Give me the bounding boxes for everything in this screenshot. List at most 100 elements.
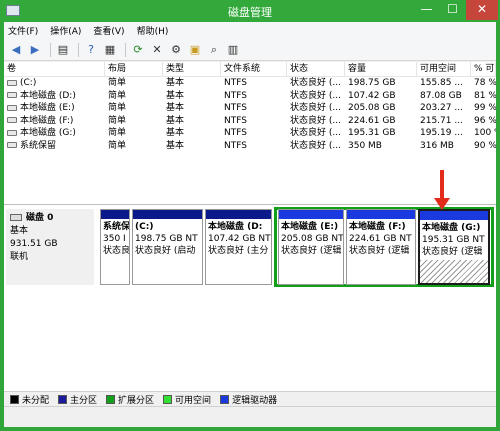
drive-icon: [7, 104, 17, 111]
cell-text: 203.27 ...: [420, 103, 463, 113]
table-row[interactable]: (C:) 简单 基本 NTFS 状态良好 (... 198.75 GB 155.85 ...…: [4, 77, 496, 90]
cell-text: 90 %: [474, 140, 496, 151]
cell-text: 215.71 ...: [420, 115, 463, 126]
cell-text: 本地磁盘 (G:): [20, 128, 76, 138]
table-cell: 基本: [163, 140, 221, 153]
table-cell: 简单: [105, 127, 163, 140]
partition-color-bar: [206, 210, 271, 219]
cell-text: 155.85 ...: [420, 78, 463, 88]
properties-icon[interactable]: ▦: [102, 42, 118, 58]
table-cell: 状态良好 (...: [287, 115, 345, 128]
table-cell: 350 MB: [345, 140, 417, 153]
console-tree-icon[interactable]: ▤: [55, 42, 71, 58]
table-row[interactable]: 本地磁盘 (E:) 简单 基本 NTFS 状态良好 (... 205.08 GB 203.2…: [4, 102, 496, 115]
table-cell: NTFS: [221, 102, 287, 115]
partition-e[interactable]: 本地磁盘 (E:) 205.08 GB NT 状态良好 (逻辑: [278, 209, 344, 285]
partition-size: 107.42 GB NT: [208, 234, 271, 244]
close-button[interactable]: ✕: [466, 0, 498, 20]
client-area: 文件(F) 操作(A) 查看(V) 帮助(H) ◀ ▶ ▤ ? ▦ ⟳ ✕ ⚙ …: [4, 22, 496, 427]
search-icon[interactable]: ⌕: [206, 42, 222, 58]
table-cell: 90 %: [471, 140, 496, 153]
partition-c[interactable]: (C:) 198.75 GB NT 状态良好 (启动: [132, 209, 203, 285]
disk-size: 931.51 GB: [10, 239, 58, 249]
table-row[interactable]: 本地磁盘 (D:) 简单 基本 NTFS 状态良好 (... 107.42 GB 87.08…: [4, 90, 496, 103]
cell-text: 本地磁盘 (D:): [20, 90, 76, 101]
cell-text: NTFS: [224, 90, 247, 101]
partition-f[interactable]: 本地磁盘 (F:) 224.61 GB NT 状态良好 (逻辑: [346, 209, 416, 285]
disk-type: 基本: [10, 226, 29, 236]
open-icon[interactable]: ▣: [187, 42, 203, 58]
table-cell: NTFS: [221, 77, 287, 90]
column-volume[interactable]: 卷: [4, 62, 105, 77]
column-capacity[interactable]: 容量: [345, 62, 417, 77]
legend-extended: 扩展分区: [106, 393, 154, 406]
cell-text: NTFS: [224, 78, 247, 88]
cell-text: 状态良好 (...: [290, 115, 341, 126]
column-filesystem[interactable]: 文件系统: [221, 62, 287, 77]
delete-icon[interactable]: ✕: [149, 42, 165, 58]
partition-color-bar: [133, 210, 202, 219]
partition-system-reserved[interactable]: 系统保 350 I 状态良: [100, 209, 130, 285]
disk-status: 联机: [10, 252, 29, 262]
table-row[interactable]: 系统保留 简单 基本 NTFS 状态良好 (... 350 MB 316 MB 90 %: [4, 140, 496, 153]
partition-color-bar: [347, 210, 415, 219]
table-cell: 状态良好 (...: [287, 77, 345, 90]
cell-text: 96 %: [474, 115, 496, 126]
view-icon[interactable]: ▥: [225, 42, 241, 58]
disk-name: 磁盘 0: [26, 213, 54, 223]
menu-file[interactable]: 文件(F): [8, 24, 38, 37]
disk-management-window: 磁盘管理 — ☐ ✕ 文件(F) 操作(A) 查看(V) 帮助(H) ◀ ▶ ▤…: [0, 0, 500, 431]
legend-swatch: [58, 394, 68, 404]
back-icon[interactable]: ◀: [8, 42, 24, 58]
partition-color-bar: [101, 210, 129, 219]
partition-size: 195.31 GB NT: [422, 235, 485, 245]
table-cell: 96 %: [471, 115, 496, 128]
cell-text: NTFS: [224, 103, 247, 113]
partition-g-selected[interactable]: 本地磁盘 (G:) 195.31 GB NT 状态良好 (逻辑: [418, 209, 490, 285]
table-cell: 87.08 GB: [417, 90, 471, 103]
cell-text: 状态良好 (...: [290, 78, 341, 88]
table-row[interactable]: 本地磁盘 (G:) 简单 基本 NTFS 状态良好 (... 195.31 GB 195.1…: [4, 127, 496, 140]
column-percent-free[interactable]: % 可: [471, 62, 496, 77]
partition-label: 本地磁盘 (F:): [349, 222, 406, 232]
legend-label: 扩展分区: [118, 395, 155, 406]
table-cell: 215.71 ...: [417, 115, 471, 128]
cell-text: 状态良好 (...: [290, 128, 341, 138]
annotation-arrow-icon: [434, 198, 450, 210]
table-row[interactable]: 本地磁盘 (F:) 简单 基本 NTFS 状态良好 (... 224.61 GB 215.7…: [4, 115, 496, 128]
column-type[interactable]: 类型: [163, 62, 221, 77]
partition-status: 状态良好 (主分: [208, 246, 269, 256]
toolbar: ◀ ▶ ▤ ? ▦ ⟳ ✕ ⚙ ▣ ⌕ ▥: [4, 39, 496, 61]
cell-text: NTFS: [224, 140, 247, 151]
cell-text: 状态良好 (...: [290, 103, 341, 113]
cell-text: NTFS: [224, 115, 247, 126]
column-free-space[interactable]: 可用空间: [417, 62, 471, 77]
legend-swatch: [106, 394, 116, 404]
cell-text: 基本: [166, 128, 185, 138]
partition-d[interactable]: 本地磁盘 (D: 107.42 GB NT 状态良好 (主分: [205, 209, 272, 285]
column-status[interactable]: 状态: [287, 62, 345, 77]
cell-text: 78 %: [474, 78, 496, 88]
cell-text: 基本: [166, 78, 185, 88]
menu-view[interactable]: 查看(V): [93, 24, 124, 37]
help-icon[interactable]: ?: [83, 42, 99, 58]
cell-text: NTFS: [224, 128, 247, 138]
disk-0-info[interactable]: 磁盘 0 基本 931.51 GB 联机: [6, 209, 94, 285]
menu-help[interactable]: 帮助(H): [137, 24, 169, 37]
table-cell: 简单: [105, 77, 163, 90]
table-cell: 本地磁盘 (D:): [4, 90, 105, 103]
legend-swatch: [220, 394, 230, 404]
column-layout[interactable]: 布局: [105, 62, 163, 77]
drive-icon: [7, 142, 17, 148]
cell-text: 195.19 ...: [420, 128, 463, 138]
menu-action[interactable]: 操作(A): [50, 24, 81, 37]
legend-swatch: [163, 394, 173, 404]
volume-list: 卷 布局 类型 文件系统 状态 容量 可用空间 % 可 (C:) 简单 基本 NTFS…: [4, 62, 496, 205]
settings-icon[interactable]: ⚙: [168, 42, 184, 58]
refresh-icon[interactable]: ⟳: [130, 42, 146, 58]
forward-icon[interactable]: ▶: [27, 42, 43, 58]
maximize-button[interactable]: ☐: [440, 0, 465, 20]
minimize-button[interactable]: —: [414, 0, 439, 20]
cell-text: 简单: [108, 78, 127, 88]
partition-status: 状态良好 (逻辑: [349, 246, 410, 256]
